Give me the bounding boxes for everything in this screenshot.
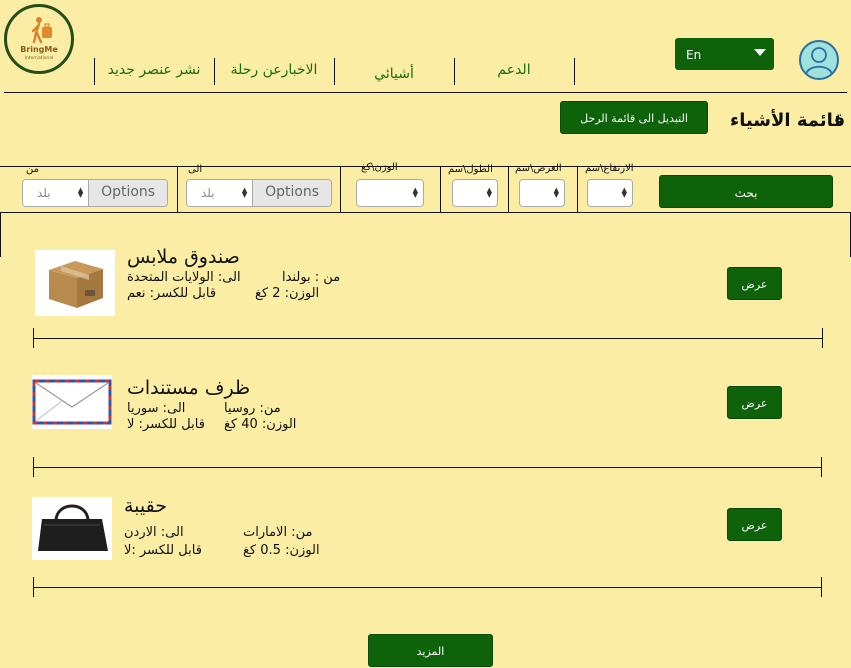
- envelope-icon: [32, 379, 112, 425]
- nav-post-new-item[interactable]: نشر عنصر جديد: [95, 62, 213, 78]
- weight-input[interactable]: ▲ ▼: [356, 179, 424, 207]
- load-more-button[interactable]: المزيد: [368, 634, 493, 667]
- bag-icon: [38, 504, 108, 551]
- bringme-logo[interactable]: BringMe International: [4, 4, 74, 74]
- item-fragile: قابل للكسر: نعم: [127, 286, 217, 301]
- nav-my-items[interactable]: أشيائي: [335, 66, 453, 82]
- height-input[interactable]: ▲ ▼: [587, 179, 633, 207]
- from-country-select[interactable]: بلد ▲ ▼ Options: [22, 179, 168, 207]
- item-to: الى: الولايات المتحدة: [127, 270, 241, 285]
- user-icon: [805, 47, 833, 76]
- item-name: حقيبة: [124, 495, 168, 517]
- chevron-down-icon: [754, 49, 766, 56]
- spinner-icon: ▲ ▼: [553, 186, 559, 199]
- weight-label: الوزن\كغ: [361, 162, 398, 173]
- view-item-button[interactable]: عرض: [727, 267, 782, 300]
- to-country-select[interactable]: بلد ▲ ▼ Options: [186, 179, 332, 207]
- item-from: من: روسيا: [224, 401, 281, 416]
- item-image-box: [35, 250, 115, 316]
- from-options-button[interactable]: Options: [88, 180, 167, 206]
- to-country-value[interactable]: بلد ▲ ▼: [187, 180, 253, 206]
- item-from: من: الامارات: [243, 525, 313, 540]
- item-fragile: قابل للكسر :لا: [124, 543, 202, 558]
- item-divider: [33, 467, 822, 468]
- view-item-button[interactable]: عرض: [727, 508, 782, 541]
- width-label: العرض\سم: [515, 163, 562, 174]
- spinner-icon: ▲ ▼: [241, 186, 248, 199]
- spinner-icon: ▲ ▼: [621, 186, 627, 199]
- item-divider: [33, 338, 823, 339]
- user-avatar[interactable]: [799, 40, 839, 80]
- item-divider: [33, 587, 822, 588]
- item-to: الى: الاردن: [124, 525, 184, 540]
- item-image-bag: [32, 497, 112, 560]
- language-dropdown[interactable]: En: [675, 38, 774, 70]
- width-input[interactable]: ▲ ▼: [519, 179, 565, 207]
- item-weight: الوزن: 0.5 كغ: [243, 543, 320, 558]
- item-to: الى: سوريا: [127, 401, 186, 416]
- logo-subtitle: International: [24, 56, 54, 61]
- traveler-icon: [31, 17, 52, 44]
- language-value: En: [686, 48, 702, 62]
- cardboard-box-icon: [49, 261, 103, 308]
- switch-to-trips-button[interactable]: التبديل الى قائمة الرحل: [560, 101, 708, 134]
- item-image-envelope: [32, 375, 112, 429]
- height-label: الارتفاع\سم: [585, 163, 634, 174]
- spinner-icon: ▲ ▼: [412, 186, 418, 199]
- item-name: صندوق ملابس: [127, 246, 240, 268]
- item-weight: الوزن: 2 كغ: [255, 286, 320, 301]
- length-input[interactable]: ▲ ▼: [452, 179, 498, 207]
- spinner-icon: ▲ ▼: [486, 186, 492, 199]
- nav-support[interactable]: الدعم: [455, 62, 573, 78]
- from-label: من: [26, 164, 39, 175]
- page-title: قائمة الأشياء: [730, 110, 846, 131]
- item-fragile: قابل للكسر: لا: [127, 417, 205, 432]
- nav-trip-news[interactable]: الاخبارعن رحلة: [215, 62, 333, 78]
- to-label: الى: [188, 164, 203, 175]
- spinner-icon: ▲ ▼: [77, 186, 84, 199]
- item-weight: الوزن: 40 كغ: [224, 417, 297, 432]
- item-from: من : بولندا: [282, 270, 341, 285]
- search-button[interactable]: بحث: [659, 175, 833, 208]
- length-label: الطول\سم: [448, 164, 493, 175]
- view-item-button[interactable]: عرض: [727, 386, 782, 419]
- title-colon: :: [834, 110, 842, 131]
- header-divider: [4, 92, 847, 93]
- item-name: ظرف مستندات: [127, 377, 251, 399]
- logo-title: BringMe: [20, 45, 58, 54]
- to-options-button[interactable]: Options: [252, 180, 331, 206]
- from-country-value[interactable]: بلد ▲ ▼: [23, 180, 89, 206]
